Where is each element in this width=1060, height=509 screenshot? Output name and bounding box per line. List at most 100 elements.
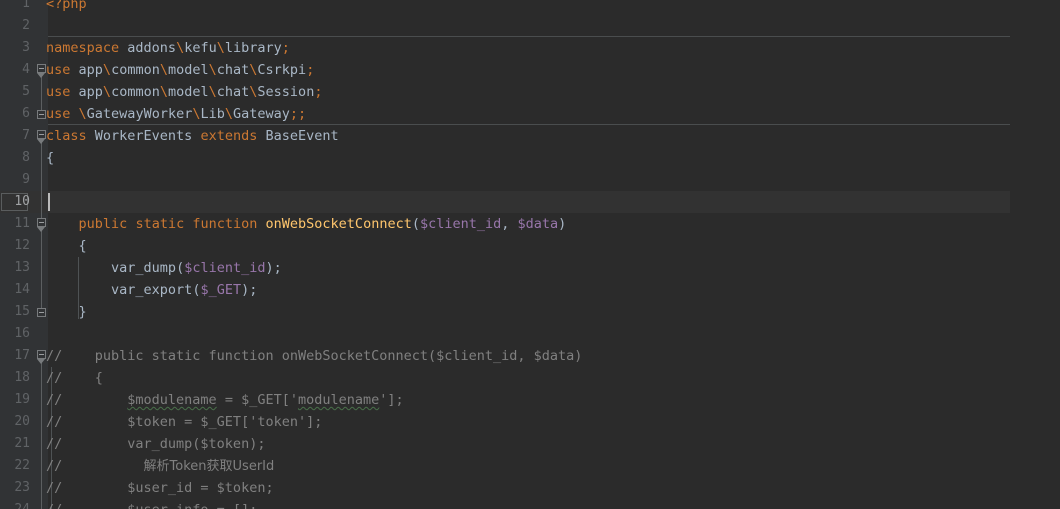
code-line[interactable]: 20 // $token = $_GET['token'];	[0, 411, 1060, 433]
code-line[interactable]: 6 use \GatewayWorker\Lib\Gateway;;	[0, 103, 1060, 125]
chevron-down-icon[interactable]	[37, 359, 46, 365]
code-line[interactable]: 18 // {	[0, 367, 1060, 389]
code-line[interactable]: 5 use app\common\model\chat\Session;	[0, 81, 1060, 103]
line-code[interactable]: use app\common\model\chat\Session;	[46, 81, 322, 103]
code-line[interactable]: 1 <?php	[0, 0, 1060, 15]
code-token: $_GET	[200, 282, 242, 298]
code-line[interactable]: 17 // public static function onWebSocketC…	[0, 345, 1060, 367]
right-side-pane	[1010, 0, 1060, 509]
code-token: )	[558, 216, 567, 232]
code-line[interactable]: 11 public static function onWebSocketCon…	[0, 213, 1060, 235]
line-code[interactable]: public static function onWebSocketConnec…	[46, 213, 567, 235]
line-code[interactable]: use \GatewayWorker\Lib\Gateway;;	[46, 103, 306, 125]
line-number[interactable]: 8	[0, 147, 30, 169]
line-code[interactable]: {	[46, 235, 87, 257]
line-number[interactable]: 11	[0, 213, 30, 235]
line-code[interactable]: namespace addons\kefu\library;	[46, 37, 290, 59]
code-line[interactable]: 23 // $user_id = $token;	[0, 477, 1060, 499]
line-code[interactable]: // {	[46, 367, 103, 389]
code-line[interactable]: 22 // 解析Token获取UserId	[0, 455, 1060, 477]
line-code[interactable]: var_dump($client_id);	[46, 257, 282, 279]
line-number[interactable]: 6	[0, 103, 30, 125]
line-code[interactable]: class WorkerEvents extends BaseEvent	[46, 125, 339, 147]
code-token: <?php	[46, 0, 87, 12]
line-code[interactable]: // $user_info = [];	[46, 499, 257, 509]
text-caret	[48, 193, 50, 211]
code-line[interactable]: 8{	[0, 147, 1060, 169]
fold-dash-icon	[39, 114, 44, 115]
chevron-down-icon[interactable]	[37, 73, 46, 79]
code-token: use	[46, 84, 71, 100]
code-line[interactable]: 14 var_export($_GET);	[0, 279, 1060, 301]
code-token: }	[46, 304, 87, 320]
line-code[interactable]: // 解析Token获取UserId	[46, 455, 274, 477]
line-code[interactable]: }	[46, 301, 87, 323]
line-code[interactable]: var_export($_GET);	[46, 279, 257, 301]
line-background	[0, 301, 1060, 323]
code-line[interactable]: 13 var_dump($client_id);	[0, 257, 1060, 279]
code-token: \	[208, 62, 217, 78]
code-line[interactable]: 12 {	[0, 235, 1060, 257]
line-number[interactable]: 18	[0, 367, 30, 389]
fold-end-marker[interactable]	[37, 308, 46, 317]
code-line[interactable]: 15 }	[0, 301, 1060, 323]
line-number[interactable]: 4	[0, 59, 30, 81]
code-line[interactable]: 3 namespace addons\kefu\library;	[0, 37, 1060, 59]
line-code[interactable]: // $user_id = $token;	[46, 477, 274, 499]
code-line[interactable]: 2	[0, 15, 1060, 37]
line-number[interactable]: 23	[0, 477, 30, 499]
fold-region-line	[41, 356, 42, 509]
code-line[interactable]: 7 class WorkerEvents extends BaseEvent	[0, 125, 1060, 147]
code-line[interactable]: 10	[0, 191, 1060, 213]
line-number[interactable]: 9	[0, 169, 30, 191]
line-number[interactable]: 7	[0, 125, 30, 147]
line-code[interactable]: use app\common\model\chat\Csrkpi;	[46, 59, 314, 81]
code-token: app	[78, 84, 103, 100]
code-line[interactable]: 4 use app\common\model\chat\Csrkpi;	[0, 59, 1060, 81]
code-line[interactable]: 16	[0, 323, 1060, 345]
line-number[interactable]: 3	[0, 37, 30, 59]
line-number[interactable]: 21	[0, 433, 30, 455]
code-token: Csrkpi	[257, 62, 307, 78]
line-number[interactable]: 24	[0, 499, 30, 509]
line-number[interactable]: 17	[0, 345, 30, 367]
code-editor[interactable]: 1 <?php 2 3 namespace addons\kefu\library; 4 u…	[0, 0, 1060, 509]
line-number[interactable]: 19	[0, 389, 30, 411]
fold-collapse-marker[interactable]	[37, 218, 46, 227]
code-line[interactable]: 24 // $user_info = [];	[0, 499, 1060, 509]
line-code[interactable]: // var_dump($token);	[46, 433, 265, 455]
code-token: \	[102, 84, 112, 100]
chevron-down-icon[interactable]	[37, 227, 46, 233]
line-number[interactable]: 20	[0, 411, 30, 433]
line-number[interactable]: 1	[0, 0, 30, 15]
fold-collapse-marker[interactable]	[37, 130, 46, 139]
code-line[interactable]: 21 // var_dump($token);	[0, 433, 1060, 455]
code-line[interactable]: 9	[0, 169, 1060, 191]
fold-collapse-marker[interactable]	[37, 350, 46, 359]
line-background	[0, 0, 1060, 15]
line-code[interactable]: // $token = $_GET['token'];	[46, 411, 322, 433]
line-number[interactable]: 22	[0, 455, 30, 477]
line-code[interactable]: // $modulename = $_GET['modulename'];	[46, 389, 404, 411]
code-token: $client_id	[184, 260, 266, 276]
code-rows[interactable]: 1 <?php 2 3 namespace addons\kefu\library; 4 u…	[0, 0, 1060, 509]
line-code[interactable]: <?php	[46, 0, 87, 15]
code-line[interactable]: 19 // $modulename = $_GET['modulename'];	[0, 389, 1060, 411]
fold-end-marker[interactable]	[37, 110, 46, 119]
line-background	[0, 191, 1060, 213]
line-number[interactable]: 2	[0, 15, 30, 37]
line-number[interactable]: 10	[0, 191, 30, 213]
line-number[interactable]: 16	[0, 323, 30, 345]
line-code[interactable]: {	[46, 147, 54, 169]
line-number[interactable]: 15	[0, 301, 30, 323]
code-token: WorkerEvents	[94, 128, 193, 144]
line-number[interactable]: 5	[0, 81, 30, 103]
fold-collapse-marker[interactable]	[37, 64, 46, 73]
line-code[interactable]: // public static function onWebSocketCon…	[46, 345, 582, 367]
chevron-down-icon[interactable]	[37, 139, 46, 145]
line-number[interactable]: 13	[0, 257, 30, 279]
line-number[interactable]: 14	[0, 279, 30, 301]
line-number[interactable]: 12	[0, 235, 30, 257]
